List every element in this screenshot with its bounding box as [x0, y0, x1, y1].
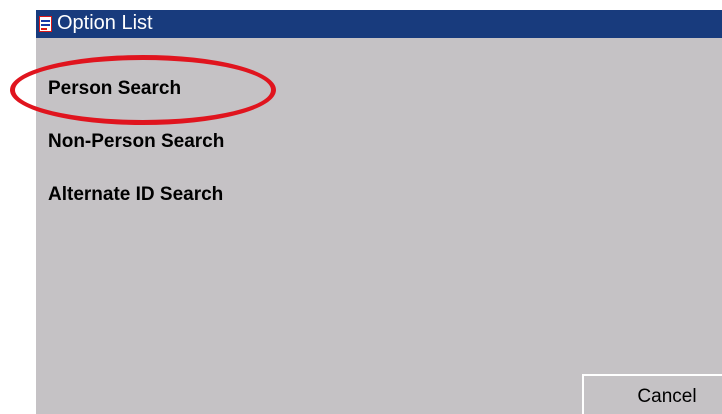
title-bar: Option List	[36, 10, 722, 38]
window-title: Option List	[57, 12, 153, 34]
option-list: Person Search Non-Person Search Alternat…	[48, 75, 224, 234]
option-list-dialog: Option List Person Search Non-Person Sea…	[36, 10, 722, 414]
cancel-button[interactable]: Cancel	[582, 374, 722, 414]
screenshot: Option List Person Search Non-Person Sea…	[0, 0, 722, 414]
option-alternate-id-search[interactable]: Alternate ID Search	[48, 181, 224, 208]
option-non-person-search[interactable]: Non-Person Search	[48, 128, 224, 155]
option-person-search[interactable]: Person Search	[48, 75, 224, 102]
form-document-icon	[38, 15, 53, 33]
